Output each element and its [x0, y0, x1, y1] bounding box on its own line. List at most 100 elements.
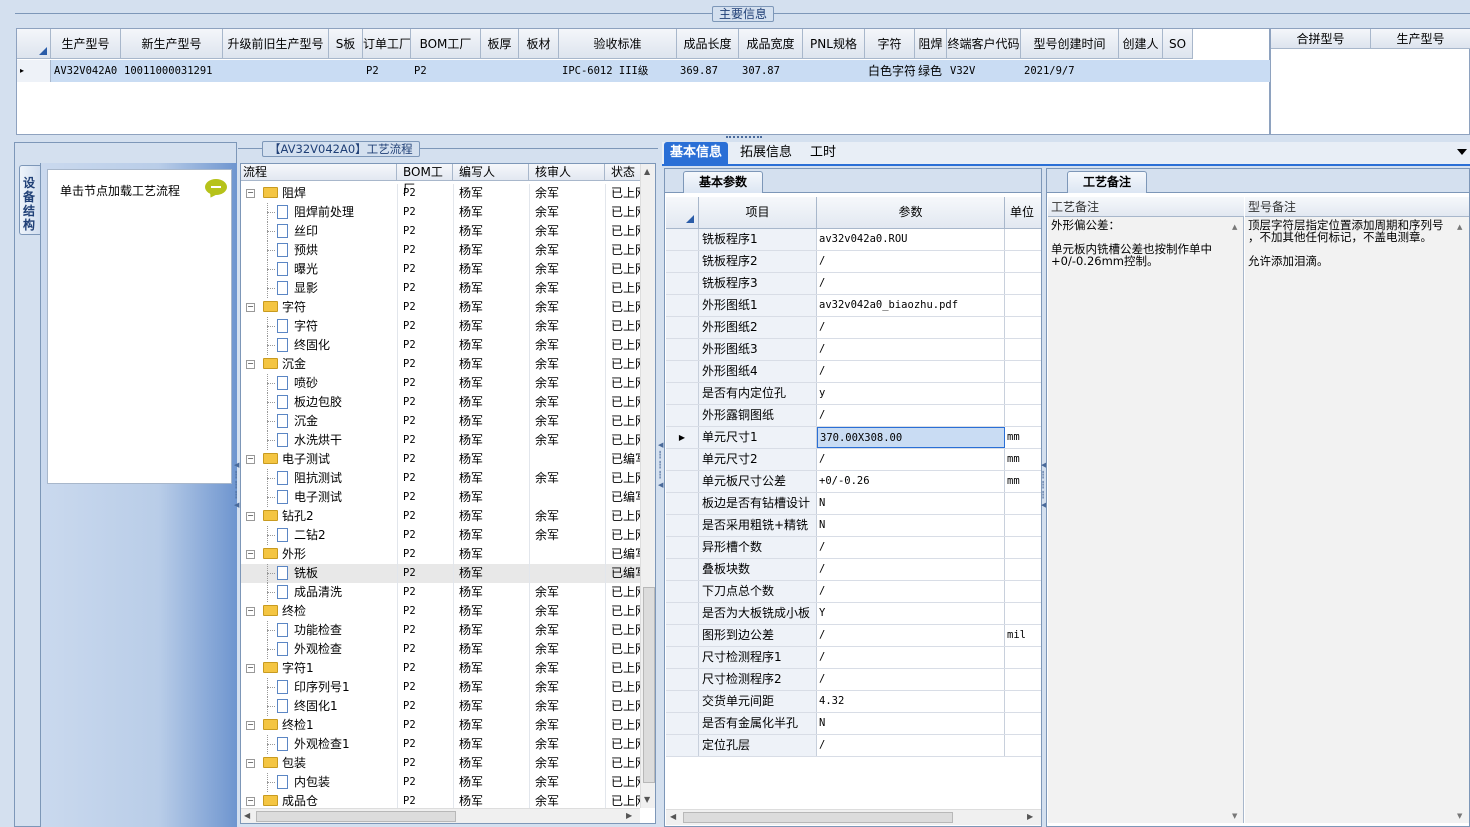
- process-row[interactable]: − 电子测试 P2 杨军 已编写: [241, 450, 641, 469]
- param-row[interactable]: 是否有金属化半孔 N: [666, 713, 1041, 735]
- param-row[interactable]: 尺寸检测程序1/: [666, 647, 1041, 669]
- model-remark-scroll-up[interactable]: ▲: [1457, 223, 1462, 231]
- param-row[interactable]: 板边是否有钻槽设计 N: [666, 493, 1041, 515]
- process-row[interactable]: 终固化1 P2 杨军 余军 已上网: [241, 697, 641, 716]
- param-row[interactable]: 是否有内定位孔 y: [666, 383, 1041, 405]
- main-col-header[interactable]: 字符: [865, 29, 915, 59]
- scroll-right-arrow[interactable]: ▶: [626, 811, 632, 820]
- process-row[interactable]: 功能检查 P2 杨军 余军 已上网: [241, 621, 641, 640]
- col-flow[interactable]: 流程: [241, 164, 397, 180]
- param-value[interactable]: /: [817, 251, 1005, 272]
- tab-basic-params[interactable]: 基本参数: [683, 171, 763, 193]
- main-col-header[interactable]: 验收标准: [559, 29, 677, 59]
- scroll-down-arrow[interactable]: ▼: [644, 795, 650, 804]
- process-row[interactable]: 预烘 P2 杨军 余军 已上网: [241, 241, 641, 260]
- main-col-header[interactable]: 型号创建时间: [1021, 29, 1119, 59]
- param-value[interactable]: +0/-0.26: [817, 471, 1005, 492]
- expander-minus-icon[interactable]: −: [246, 360, 255, 369]
- expander-minus-icon[interactable]: −: [246, 664, 255, 673]
- main-col-header[interactable]: 生产型号: [51, 29, 121, 59]
- expander-minus-icon[interactable]: −: [246, 607, 255, 616]
- process-row[interactable]: 外观检查 P2 杨军 余军 已上网: [241, 640, 641, 659]
- param-value[interactable]: av32v042a0.ROU: [817, 229, 1005, 250]
- process-row[interactable]: 阻焊前处理 P2 杨军 余军 已上网: [241, 203, 641, 222]
- tab-process-remarks[interactable]: 工艺备注: [1067, 171, 1147, 193]
- param-value[interactable]: y: [817, 383, 1005, 404]
- param-row[interactable]: 异形槽个数 /: [666, 537, 1041, 559]
- tab-extended-info[interactable]: 拓展信息: [734, 142, 798, 166]
- expander-minus-icon[interactable]: −: [246, 721, 255, 730]
- param-row[interactable]: 铣板程序2/: [666, 251, 1041, 273]
- process-row[interactable]: − 钻孔2 P2 杨军 余军 已上网: [241, 507, 641, 526]
- param-value[interactable]: 370.00X308.00: [817, 427, 1005, 448]
- process-row[interactable]: 印序列号1 P2 杨军 余军 已上网: [241, 678, 641, 697]
- param-value[interactable]: /: [817, 317, 1005, 338]
- param-row[interactable]: 交货单元间距 4.32: [666, 691, 1041, 713]
- process-row[interactable]: 字符 P2 杨军 余军 已上网: [241, 317, 641, 336]
- params-scroll-left[interactable]: ◀: [670, 812, 676, 821]
- param-row[interactable]: 外形图纸1 av32v042a0_biaozhu.pdf: [666, 295, 1041, 317]
- main-info-grid[interactable]: 生产型号 新生产型号 升级前旧生产型号 S板 订单工厂 BOM工厂 板厚 板材 验收标准 成品长度…: [16, 28, 1271, 135]
- main-col-header[interactable]: SO: [1163, 29, 1193, 59]
- col-unit[interactable]: 单位: [1005, 197, 1039, 228]
- process-row[interactable]: 丝印 P2 杨军 余军 已上网: [241, 222, 641, 241]
- main-row-cell[interactable]: 369.87: [677, 60, 739, 82]
- process-row[interactable]: 铣板 P2 杨军 已编写: [241, 564, 641, 583]
- main-col-header[interactable]: S板: [329, 29, 363, 59]
- main-row-cell[interactable]: AV32V042A0: [51, 60, 121, 82]
- process-row[interactable]: − 外形 P2 杨军 已编写: [241, 545, 641, 564]
- horizontal-splitter-grip[interactable]: [726, 136, 762, 139]
- param-row[interactable]: 铣板程序3/: [666, 273, 1041, 295]
- main-row-cell[interactable]: [803, 60, 865, 82]
- production-model-header[interactable]: 生产型号: [1371, 29, 1470, 49]
- param-row[interactable]: ▶ 单元尺寸1 370.00X308.00 mm: [666, 427, 1041, 449]
- param-value[interactable]: /: [817, 559, 1005, 580]
- process-row[interactable]: − 包装 P2 杨军 余军 已上网: [241, 754, 641, 773]
- process-vscrollbar[interactable]: ▲ ▼: [640, 164, 655, 808]
- process-hscrollbar[interactable]: ◀ ▶: [241, 808, 640, 823]
- param-row[interactable]: 下刀点总个数 /: [666, 581, 1041, 603]
- params-hscroll-thumb[interactable]: [683, 812, 953, 823]
- process-row[interactable]: 二钻2 P2 杨军 余军 已上网: [241, 526, 641, 545]
- main-row-cell[interactable]: [519, 60, 559, 82]
- param-value[interactable]: /: [817, 735, 1005, 756]
- param-row[interactable]: 铣板程序1 av32v042a0.ROU: [666, 229, 1041, 251]
- device-tree[interactable]: 单击节点加载工艺流程: [47, 169, 232, 484]
- main-row-cell[interactable]: 307.87: [739, 60, 803, 82]
- main-row-cell[interactable]: V32V: [947, 60, 1021, 82]
- process-row[interactable]: 内包装 P2 杨军 余军 已上网: [241, 773, 641, 792]
- main-col-header[interactable]: 终端客户代码: [947, 29, 1021, 59]
- main-row-cell[interactable]: IPC-6012 III级: [559, 60, 677, 82]
- process-row[interactable]: − 终检 P2 杨军 余军 已上网: [241, 602, 641, 621]
- process-hscroll-thumb[interactable]: [256, 811, 456, 822]
- process-vscroll-thumb[interactable]: [643, 587, 655, 783]
- param-row[interactable]: 外形图纸4/: [666, 361, 1041, 383]
- col-item[interactable]: 项目: [699, 197, 817, 228]
- tab-work-hours[interactable]: 工时: [804, 142, 842, 166]
- process-row[interactable]: 显影 P2 杨军 余军 已上网: [241, 279, 641, 298]
- main-row-cell[interactable]: P2: [411, 60, 481, 82]
- merged-model-header[interactable]: 合拼型号: [1271, 29, 1371, 49]
- main-row-cell[interactable]: [481, 60, 519, 82]
- param-value[interactable]: N: [817, 493, 1005, 514]
- param-value[interactable]: /: [817, 625, 1005, 646]
- remark-scroll-up[interactable]: ▲: [1232, 223, 1237, 231]
- process-row[interactable]: 终固化 P2 杨军 余军 已上网: [241, 336, 641, 355]
- col-writer[interactable]: 编写人: [453, 164, 529, 180]
- process-row[interactable]: 喷砂 P2 杨军 余军 已上网: [241, 374, 641, 393]
- process-row[interactable]: 板边包胶 P2 杨军 余军 已上网: [241, 393, 641, 412]
- param-row[interactable]: 定位孔层 /: [666, 735, 1041, 757]
- main-row-cell[interactable]: 2021/9/7: [1021, 60, 1119, 82]
- param-row[interactable]: 外形图纸3/: [666, 339, 1041, 361]
- param-value[interactable]: /: [817, 537, 1005, 558]
- expander-minus-icon[interactable]: −: [246, 455, 255, 464]
- expander-minus-icon[interactable]: −: [246, 797, 255, 806]
- main-row-cell[interactable]: 白色字符: [865, 60, 915, 82]
- process-row[interactable]: − 终检1 P2 杨军 余军 已上网: [241, 716, 641, 735]
- col-param[interactable]: 参数: [817, 197, 1005, 228]
- main-row-cell[interactable]: P2: [363, 60, 411, 82]
- process-remark-box[interactable]: 工艺备注 外形偏公差： 单元板内铣槽公差也按制作单中 +0/-0.26mm控制。 ▲…: [1048, 197, 1244, 823]
- param-value[interactable]: /: [817, 405, 1005, 426]
- param-value[interactable]: /: [817, 581, 1005, 602]
- main-col-header[interactable]: PNL规格: [803, 29, 865, 59]
